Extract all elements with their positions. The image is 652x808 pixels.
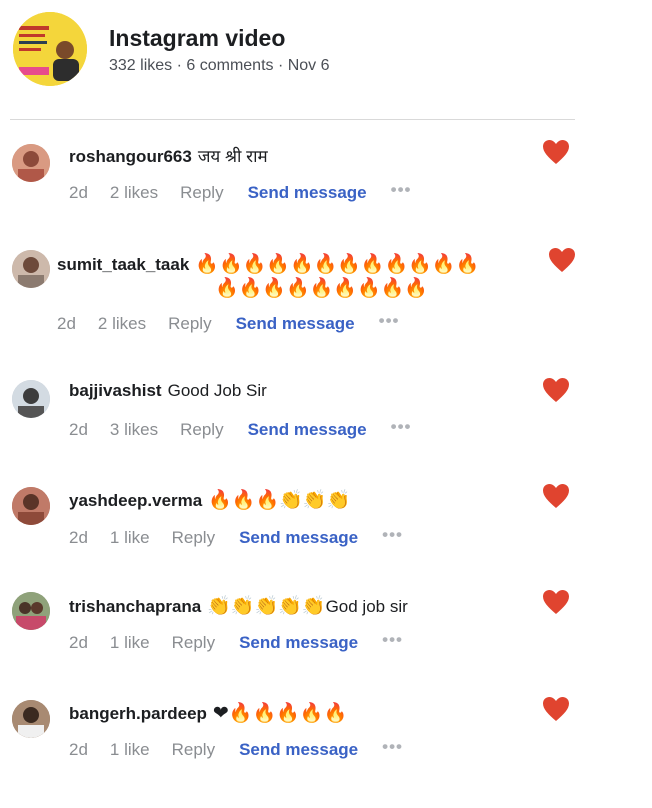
comment-text: जय श्री राम [197,147,268,166]
heart-icon[interactable] [542,589,570,615]
comment-line: 🔥🔥🔥🔥🔥🔥🔥🔥🔥 [215,276,428,299]
more-options-icon[interactable]: ••• [391,417,412,437]
send-message-link[interactable]: Send message [239,528,358,548]
avatar[interactable] [12,700,50,738]
post-meta: 332 likes · 6 comments · Nov 6 [109,57,330,74]
comment-actions: 2d 1 like Reply Send message ••• [69,737,403,760]
avatar[interactable] [12,144,50,182]
emoji-reaction: ❤🔥🔥🔥🔥🔥 [212,702,348,724]
comment-username[interactable]: roshangour663 [69,147,192,166]
reply-link[interactable]: Reply [180,420,223,440]
post-header: Instagram video 332 likes · 6 comments ·… [0,0,575,120]
avatar[interactable] [12,380,50,418]
comment-actions: 2d 1 like Reply Send message ••• [69,630,403,653]
likes-link[interactable]: 1 like [110,528,150,548]
comment-username[interactable]: bangerh.pardeep [69,704,207,723]
post-thumbnail[interactable] [13,12,87,86]
fire-emoji-row: 🔥🔥🔥🔥🔥🔥🔥🔥🔥🔥🔥🔥 [195,253,480,275]
heart-icon[interactable] [542,139,570,165]
more-options-icon[interactable]: ••• [382,737,403,757]
comment-actions: 2d 3 likes Reply Send message ••• [69,417,412,440]
comment-username[interactable]: trishanchaprana [69,597,201,616]
emoji-reaction: 👏👏👏👏👏 [207,595,326,617]
reply-link[interactable]: Reply [172,633,215,653]
reply-link[interactable]: Reply [172,528,215,548]
comment-username[interactable]: bajjivashist [69,381,162,400]
comment-age: 2d [69,420,88,439]
more-options-icon[interactable]: ••• [391,180,412,200]
avatar[interactable] [12,592,50,630]
likes-link[interactable]: 2 likes [98,314,146,334]
reply-link[interactable]: Reply [168,314,211,334]
more-options-icon[interactable]: ••• [379,311,400,331]
fire-emoji-row: 🔥🔥🔥🔥🔥🔥🔥🔥🔥 [215,277,428,299]
avatar[interactable] [12,487,50,525]
comment-line: trishanchaprana 👏👏👏👏👏God job sir [69,594,408,617]
heart-icon[interactable] [542,696,570,722]
send-message-link[interactable]: Send message [239,740,358,760]
comment-line: bajjivashist Good Job Sir [69,381,267,401]
comment-text: God job sir [325,597,408,616]
send-message-link[interactable]: Send message [248,420,367,440]
send-message-link[interactable]: Send message [239,633,358,653]
emoji-reaction: 🔥🔥🔥👏👏👏 [208,489,351,511]
comment-username[interactable]: yashdeep.verma [69,491,202,510]
likes-link[interactable]: 3 likes [110,420,158,440]
comment-age: 2d [57,314,76,333]
comment-actions: 2d 1 like Reply Send message ••• [69,525,403,548]
comment-actions: 2d 2 likes Reply Send message ••• [57,311,400,334]
comment-age: 2d [69,740,88,759]
comment-line: bangerh.pardeep ❤🔥🔥🔥🔥🔥 [69,701,347,724]
comment-username[interactable]: sumit_taak_taak [57,255,189,274]
send-message-link[interactable]: Send message [236,314,355,334]
likes-link[interactable]: 1 like [110,633,150,653]
more-options-icon[interactable]: ••• [382,630,403,650]
heart-icon[interactable] [542,483,570,509]
comment-actions: 2d 2 likes Reply Send message ••• [69,180,412,203]
likes-link[interactable]: 1 like [110,740,150,760]
send-message-link[interactable]: Send message [248,183,367,203]
comment-line: roshangour663 जय श्री राम [69,144,268,167]
comment-age: 2d [69,528,88,547]
comment-line: sumit_taak_taak 🔥🔥🔥🔥🔥🔥🔥🔥🔥🔥🔥🔥 [57,252,479,275]
divider [10,119,575,120]
comment-age: 2d [69,183,88,202]
avatar[interactable] [12,250,50,288]
post-title[interactable]: Instagram video [109,25,285,52]
comment-text: Good Job Sir [167,381,267,400]
heart-icon[interactable] [542,377,570,403]
comment-age: 2d [69,633,88,652]
likes-link[interactable]: 2 likes [110,183,158,203]
comment-line: yashdeep.verma 🔥🔥🔥👏👏👏 [69,488,350,511]
reply-link[interactable]: Reply [180,183,223,203]
heart-icon[interactable] [548,247,576,273]
reply-link[interactable]: Reply [172,740,215,760]
more-options-icon[interactable]: ••• [382,525,403,545]
